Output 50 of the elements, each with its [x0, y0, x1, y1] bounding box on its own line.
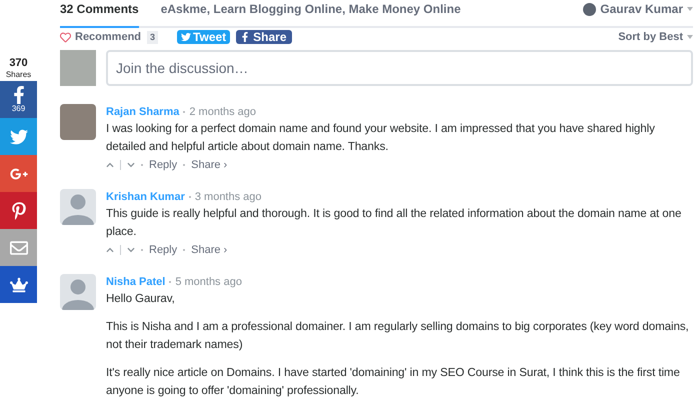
comment-author[interactable]: Nisha Patel — [106, 274, 166, 290]
avatar-silhouette — [60, 188, 96, 224]
upvote-icon[interactable] — [106, 160, 114, 168]
bird-icon — [181, 32, 192, 42]
facebook-share-button[interactable]: Share — [236, 30, 292, 44]
share-total-label: Shares — [6, 69, 32, 80]
comment-text: Hello Gaurav, — [106, 290, 176, 306]
comment-time: 3 months ago — [194, 190, 262, 204]
envelope-icon — [10, 238, 28, 256]
comment-time: 5 months ago — [175, 274, 242, 290]
comment-input-field[interactable]: Join the discussion… — [106, 50, 693, 86]
caret-icon — [687, 7, 693, 11]
reply-link[interactable]: Reply — [149, 242, 178, 258]
crown-share-button[interactable] — [0, 266, 37, 303]
comment-author[interactable]: Rajan Sharma — [106, 104, 180, 120]
avatar-silhouette — [60, 274, 96, 310]
reply-link[interactable]: Reply — [149, 156, 178, 172]
pinterest-icon — [10, 202, 28, 220]
caret-icon — [687, 35, 693, 40]
upvote-icon[interactable] — [106, 246, 114, 254]
downvote-icon[interactable] — [127, 246, 135, 254]
share-total: 370 — [9, 57, 28, 69]
comment-text: This is Nisha and I am a professional domainer. I am regularly selling domains to big corporates (key word domains, not their trademark names) — [106, 318, 690, 352]
comment-text: It's really nice article on Domains. I have started 'domaining' in my SEO Course in Surat, I think this is the first time anyone is going to offer 'domaining' professionally. — [106, 364, 681, 398]
recommend-button[interactable]: Recommend — [60, 29, 142, 46]
twitter-share-button[interactable] — [0, 118, 37, 155]
facebook-icon — [241, 32, 250, 42]
avatar-photo-placeholder — [60, 104, 96, 140]
googleplus-share-button[interactable] — [0, 155, 37, 192]
comment-time: 2 months ago — [189, 104, 256, 120]
comment-text: This guide is really helpful and thorough. It is good to find all the related information about the domain name at one place. — [106, 206, 682, 240]
facebook-share-button[interactable]: 369 — [0, 81, 37, 118]
share-link[interactable]: Share › — [191, 156, 228, 172]
comment-author[interactable]: Krishan Kumar — [106, 188, 185, 204]
comment-text: I was looking for a perfect domain name and found your website. I am impressed that you have shared highly detailed and helpful article about domain name. Thanks. — [106, 120, 656, 154]
share-link[interactable]: Share › — [191, 242, 228, 258]
user-avatar-icon — [583, 2, 596, 16]
crown-icon — [10, 276, 28, 294]
pinterest-share-button[interactable] — [0, 192, 37, 229]
tab[interactable]: 32 Comments — [60, 0, 139, 28]
facebook-icon — [12, 86, 26, 104]
heart-icon — [60, 32, 71, 43]
bird-icon — [10, 128, 28, 146]
sort-menu[interactable]: Sort by Best — [618, 29, 693, 46]
user-photo-placeholder — [60, 50, 96, 86]
tab[interactable]: eAskme, Learn Blogging Online, Make Money Online — [160, 0, 461, 28]
downvote-icon[interactable] — [127, 160, 135, 168]
tweet-button[interactable]: Tweet — [177, 30, 230, 44]
recommend-count: 3 — [147, 30, 158, 44]
user-menu[interactable]: Gaurav Kumar — [583, 0, 693, 26]
